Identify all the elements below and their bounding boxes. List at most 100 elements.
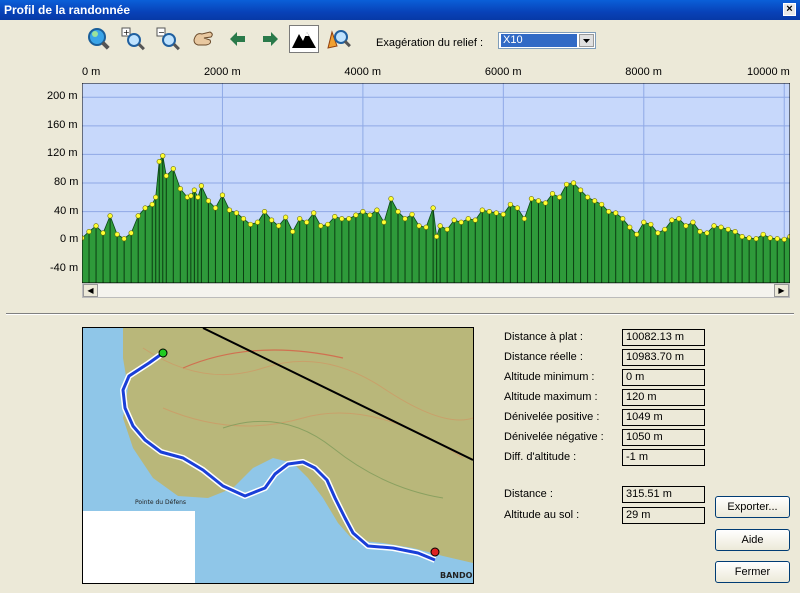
- elevation-point: [458, 219, 464, 225]
- scroll-right-icon[interactable]: ▶: [774, 284, 789, 297]
- elevation-point: [374, 207, 380, 213]
- elevation-point: [521, 216, 528, 222]
- elevation-point: [332, 213, 338, 220]
- zoom-in-button[interactable]: +: [120, 26, 146, 52]
- x-tick-label: 0 m: [82, 66, 101, 78]
- divider: [6, 313, 794, 315]
- close-window-button[interactable]: ×: [783, 3, 796, 16]
- elevation-point: [718, 224, 724, 230]
- elevation-point: [198, 183, 204, 189]
- elevation-point: [160, 153, 166, 159]
- stat-value-max-altitude: 120 m: [622, 389, 705, 406]
- zoom-in-icon: +: [121, 27, 145, 51]
- start-marker: [158, 348, 168, 358]
- elevation-point: [269, 217, 275, 223]
- elevation-point: [416, 223, 422, 229]
- elevation-point: [261, 208, 268, 215]
- stat-value-altitude-diff: -1 m: [622, 449, 705, 466]
- elevation-point: [233, 210, 240, 216]
- route-map[interactable]: Pointe du Défens BANDOL: [82, 327, 474, 584]
- elevation-point: [318, 223, 324, 229]
- elevation-point: [535, 198, 542, 204]
- profile-mountain-icon: [291, 27, 317, 51]
- pan-hand-icon: [193, 31, 213, 46]
- stat-value-flat-distance: 10082.13 m: [622, 329, 705, 346]
- zoom-out-icon: −: [156, 27, 180, 51]
- window-title: Profil de la randonnée: [4, 3, 131, 17]
- elevation-point: [153, 194, 159, 200]
- elevation-point: [444, 226, 450, 233]
- zoom-out-button[interactable]: −: [155, 26, 181, 52]
- elevation-point: [121, 236, 127, 242]
- elevation-point: [100, 230, 106, 236]
- elevation-point: [641, 219, 647, 225]
- profile-tool-button[interactable]: [325, 26, 351, 52]
- x-tick-label: 2000 m: [203, 66, 241, 78]
- elevation-point: [486, 208, 492, 215]
- elevation-point: [542, 200, 549, 206]
- elevation-point: [620, 216, 626, 222]
- elevation-point: [725, 226, 731, 233]
- elevation-profile-chart[interactable]: [79, 82, 793, 284]
- arrow-left-icon: [230, 32, 245, 46]
- elevation-point: [283, 214, 289, 220]
- x-tick-label: 10000 m: [747, 66, 790, 78]
- stat-label-altitude-diff: Diff. d'altitude :: [504, 451, 577, 463]
- y-tick-label: -40 m: [50, 261, 79, 274]
- elevation-point: [226, 207, 233, 213]
- elevation-point: [570, 180, 577, 186]
- horizontal-scrollbar[interactable]: ◀ ▶: [82, 283, 790, 298]
- stat-label-min-altitude: Altitude minimum :: [504, 371, 595, 383]
- elevation-point: [704, 230, 710, 236]
- elevation-point: [381, 219, 387, 225]
- elevation-point: [507, 201, 513, 208]
- elevation-point: [528, 196, 535, 202]
- elevation-point: [451, 217, 457, 223]
- stat-label-negative-gain: Dénivelée négative :: [504, 431, 604, 443]
- elevation-point: [170, 166, 176, 172]
- elevation-point: [191, 187, 197, 193]
- end-marker: [430, 547, 440, 557]
- topographic-map: Pointe du Défens BANDOL: [83, 328, 473, 583]
- previous-button[interactable]: [225, 26, 251, 52]
- elevation-point: [142, 205, 148, 211]
- export-button[interactable]: Exporter...: [715, 496, 790, 518]
- close-button[interactable]: Fermer: [715, 561, 790, 583]
- profile-view-button[interactable]: [289, 25, 319, 53]
- zoom-extent-button[interactable]: [86, 26, 112, 52]
- elevation-point: [606, 208, 612, 215]
- elevation-point: [676, 216, 682, 222]
- y-tick-label: 160 m: [47, 118, 78, 131]
- scroll-left-icon[interactable]: ◀: [83, 284, 98, 297]
- next-button[interactable]: [257, 26, 283, 52]
- help-button[interactable]: Aide: [715, 529, 790, 551]
- elevation-point: [627, 224, 633, 230]
- x-tick-label: 8000 m: [625, 66, 662, 78]
- relief-select[interactable]: X10: [498, 32, 596, 49]
- y-tick-label: 200 m: [47, 90, 78, 103]
- elevation-point: [276, 223, 282, 229]
- stat-label-positive-gain: Dénivelée positive :: [504, 411, 600, 423]
- map-label-defens: Pointe du Défens: [135, 499, 186, 506]
- profile-tool-icon: [327, 30, 351, 49]
- elevation-point: [781, 236, 787, 243]
- title-bar: Profil de la randonnée ×: [0, 0, 800, 20]
- elevation-point: [549, 191, 556, 197]
- stat-label-max-altitude: Altitude maximum :: [504, 391, 598, 403]
- x-tick-label: 6000 m: [484, 66, 522, 78]
- elevation-point: [247, 221, 254, 228]
- elevation-point: [149, 201, 155, 208]
- elevation-point: [437, 223, 443, 229]
- elevation-point: [662, 226, 668, 233]
- elevation-point: [767, 235, 773, 241]
- elevation-point: [254, 219, 261, 225]
- elevation-profile-svg: [79, 82, 793, 284]
- elevation-point: [388, 196, 394, 202]
- pan-button[interactable]: [190, 26, 216, 52]
- stat-label-real-distance: Distance réelle :: [504, 351, 583, 363]
- elevation-point: [156, 158, 162, 165]
- chevron-down-icon[interactable]: [579, 34, 594, 47]
- elevation-point: [465, 216, 471, 222]
- elevation-point: [163, 173, 169, 179]
- elevation-point: [434, 233, 440, 240]
